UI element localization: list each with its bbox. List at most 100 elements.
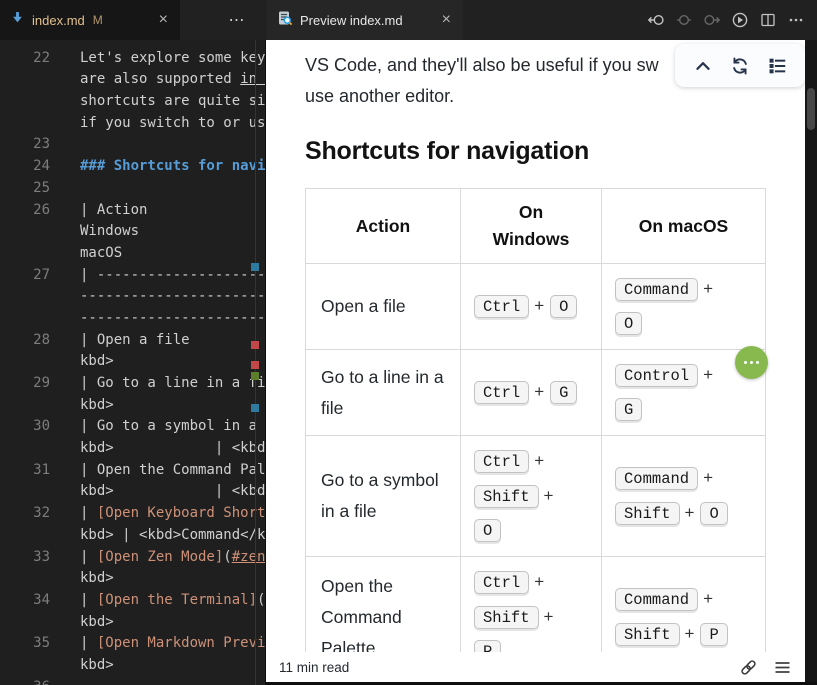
run-section-icon[interactable] bbox=[731, 11, 749, 29]
code-text: kbd> bbox=[80, 655, 265, 677]
close-icon[interactable]: × bbox=[440, 12, 453, 28]
editor-row[interactable]: 31| Open the Command Pale bbox=[0, 460, 265, 482]
tab-preview-index-md[interactable]: Preview index.md × bbox=[267, 0, 463, 40]
git-modified-badge: M bbox=[93, 13, 103, 27]
scrollbar-thumb[interactable] bbox=[807, 88, 815, 130]
kbd-key: Shift bbox=[615, 623, 680, 646]
shortcut-cell: Ctrl+G bbox=[461, 350, 602, 436]
editor-row[interactable]: if you switch to or use bbox=[0, 113, 265, 135]
line-number: 27 bbox=[0, 265, 50, 287]
line-number bbox=[0, 395, 50, 417]
editor-row[interactable]: 30| Go to a symbol in a f bbox=[0, 416, 265, 438]
code-text: ### Shortcuts for navig bbox=[80, 156, 265, 178]
editor-row[interactable]: 32| [Open Keyboard Short bbox=[0, 503, 265, 525]
tab-bar-right-group: Preview index.md × bbox=[265, 0, 817, 40]
table-header-row: ActionOnWindowsOn macOS bbox=[306, 189, 766, 264]
line-number: 22 bbox=[0, 48, 50, 70]
editor-row[interactable]: kbd> bbox=[0, 351, 265, 373]
line-number bbox=[0, 69, 50, 91]
tab-filename: index.md bbox=[32, 13, 85, 28]
code-text: | [Open the Terminal]( bbox=[80, 590, 265, 612]
editor-row[interactable]: 23 bbox=[0, 134, 265, 156]
split-editor-icon[interactable] bbox=[759, 11, 777, 29]
plus-separator: + bbox=[685, 503, 695, 522]
assistant-fab-button[interactable] bbox=[735, 346, 768, 379]
editor-row[interactable]: 36 bbox=[0, 677, 265, 685]
line-number bbox=[0, 91, 50, 113]
action-cell: Open the Command Palette bbox=[306, 557, 461, 653]
editor-row[interactable]: Windows bbox=[0, 221, 265, 243]
kbd-key: O bbox=[474, 519, 501, 542]
line-number bbox=[0, 568, 50, 590]
editor-row[interactable]: 28| Open a file bbox=[0, 330, 265, 352]
kbd-key: O bbox=[615, 312, 642, 335]
editor-row[interactable]: kbd> bbox=[0, 568, 265, 590]
editor-row[interactable]: kbd> | <kbd>Command</kb bbox=[0, 525, 265, 547]
editor-row[interactable]: ----------------------- bbox=[0, 286, 265, 308]
editor-row[interactable]: 24### Shortcuts for navig bbox=[0, 156, 265, 178]
collapse-up-icon[interactable] bbox=[693, 56, 713, 76]
navigate-back-icon[interactable] bbox=[647, 11, 665, 29]
line-number: 36 bbox=[0, 677, 50, 685]
editor-row[interactable]: 26| Action bbox=[0, 200, 265, 222]
editor-row[interactable]: macOS bbox=[0, 243, 265, 265]
editor-row[interactable]: 34| [Open the Terminal]( bbox=[0, 590, 265, 612]
line-number: 28 bbox=[0, 330, 50, 352]
editor-row[interactable]: 29| Go to a line in a fil bbox=[0, 373, 265, 395]
close-icon[interactable]: × bbox=[157, 12, 170, 28]
line-number: 31 bbox=[0, 460, 50, 482]
line-number: 32 bbox=[0, 503, 50, 525]
line-number bbox=[0, 655, 50, 677]
editor-row[interactable]: are also supported in V bbox=[0, 69, 265, 91]
table-of-contents-icon[interactable] bbox=[768, 56, 788, 76]
editor-row[interactable]: kbd> | <kbd bbox=[0, 481, 265, 503]
line-number bbox=[0, 308, 50, 330]
code-text: | --------------------- bbox=[80, 265, 265, 287]
editor-row[interactable]: shortcuts are quite sim bbox=[0, 91, 265, 113]
table-row: Open the Command PaletteCtrl+Shift+P Comm… bbox=[306, 557, 766, 653]
navigate-last-edit-icon[interactable] bbox=[675, 11, 693, 29]
shortcut-cell: Ctrl+Shift+P bbox=[461, 557, 602, 653]
code-text bbox=[80, 178, 265, 200]
kbd-key: Ctrl bbox=[474, 381, 529, 404]
editor-row[interactable]: kbd> bbox=[0, 612, 265, 634]
kbd-key: Command bbox=[615, 588, 698, 611]
preview-footer-bar: 11 min read bbox=[266, 652, 805, 682]
more-actions-icon[interactable] bbox=[787, 11, 805, 29]
refresh-icon[interactable] bbox=[730, 56, 750, 76]
editor-row[interactable]: 27 | --------------------- bbox=[0, 265, 265, 287]
editor-row[interactable]: kbd> bbox=[0, 395, 265, 417]
editor-row[interactable]: kbd> | <kbd bbox=[0, 438, 265, 460]
navigate-forward-icon[interactable] bbox=[703, 11, 721, 29]
tab-index-md[interactable]: index.md M × bbox=[0, 0, 180, 40]
line-number bbox=[0, 481, 50, 503]
line-number: 26 bbox=[0, 200, 50, 222]
editor-row[interactable]: kbd> bbox=[0, 655, 265, 677]
editor-row[interactable]: 33| [Open Zen Mode](#zen bbox=[0, 547, 265, 569]
code-text: kbd> | <kbd bbox=[80, 438, 265, 460]
line-number: 33 bbox=[0, 547, 50, 569]
kbd-key: Control bbox=[615, 364, 698, 387]
dot bbox=[744, 361, 747, 364]
editor-row[interactable]: 25 bbox=[0, 178, 265, 200]
line-number bbox=[0, 438, 50, 460]
line-number: 21 bbox=[0, 40, 50, 48]
code-text: kbd> bbox=[80, 612, 265, 634]
menu-icon[interactable] bbox=[773, 658, 792, 677]
editor-row[interactable]: ----------------------- bbox=[0, 308, 265, 330]
shortcut-cell: Command+O bbox=[602, 264, 766, 350]
link-icon[interactable] bbox=[739, 658, 758, 677]
editor-row[interactable]: 21 bbox=[0, 40, 265, 48]
code-text: Windows bbox=[80, 221, 265, 243]
table-row: Go to a symbol in a fileCtrl+Shift+OComm… bbox=[306, 436, 766, 557]
tab-overflow-button[interactable]: ⋯ bbox=[220, 0, 254, 40]
preview-scrollbar-track[interactable] bbox=[805, 40, 817, 682]
plus-separator: + bbox=[544, 486, 554, 505]
shortcuts-table: ActionOnWindowsOn macOS Open a fileCtrl+… bbox=[305, 188, 766, 652]
plus-separator: + bbox=[703, 365, 713, 384]
editor-row[interactable]: 22Let's explore some keyb bbox=[0, 48, 265, 70]
editor-row[interactable]: 35| [Open Markdown Previe bbox=[0, 633, 265, 655]
markdown-source-editor[interactable]: 2122Let's explore some keybare also supp… bbox=[0, 40, 265, 685]
line-number: 23 bbox=[0, 134, 50, 156]
table-header-cell: OnWindows bbox=[461, 189, 602, 264]
